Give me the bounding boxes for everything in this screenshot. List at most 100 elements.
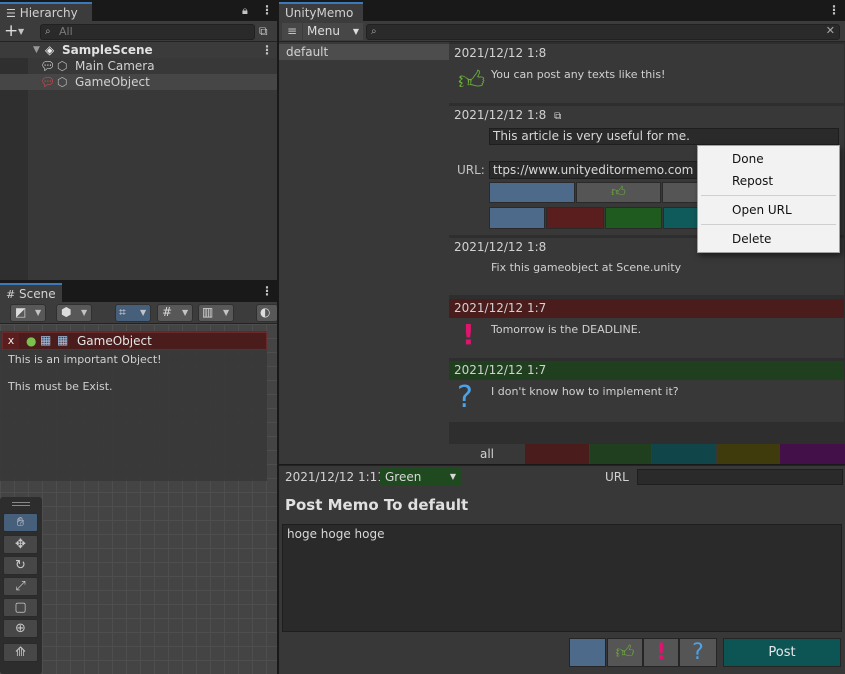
rect-tool-icon[interactable]: ▢ xyxy=(3,598,38,617)
scene-viewport[interactable]: x ● ▦ ▦ GameObject This is an important … xyxy=(0,324,277,674)
exclamation-icon[interactable]: ! xyxy=(643,638,679,667)
memo-search-input[interactable]: ⌕ ✕ xyxy=(366,24,840,40)
hierarchy-item-gameobject[interactable]: 💬︎ ⬡ GameObject xyxy=(0,74,277,90)
post-body-textarea[interactable]: hoge hoge hoge xyxy=(282,524,842,632)
gameobject-cube-icon: ⬡ xyxy=(57,75,68,89)
lighting-toggle-button[interactable]: ◐ xyxy=(256,304,278,322)
chevron-down-icon: ▼ xyxy=(449,472,456,481)
more-options-icon[interactable]: ⋮ xyxy=(261,284,273,298)
more-options-icon[interactable]: ⋮ xyxy=(261,3,273,17)
menu-item-open-url[interactable]: Open URL xyxy=(732,203,792,217)
memo-card[interactable]: ! Tomorrow is the DEADLINE. xyxy=(449,318,844,358)
menu-label: Menu xyxy=(307,24,340,38)
menu-item-delete[interactable]: Delete xyxy=(732,232,771,246)
overlay-close-button[interactable]: x xyxy=(3,333,19,349)
table-grid-icon: ▦ xyxy=(57,333,69,347)
draw-mode-button[interactable]: ◩ ▼ xyxy=(10,304,46,322)
speech-bubble-icon: 💬︎ xyxy=(40,59,56,73)
chevron-down-icon: ▼ xyxy=(140,308,147,317)
url-field[interactable]: ttps://www.unityeditormemo.com xyxy=(489,161,699,179)
lock-icon[interactable]: 🔒︎ xyxy=(242,4,248,18)
filter-all-button[interactable]: all xyxy=(449,444,525,464)
search-icon: ⌕ xyxy=(371,26,377,37)
icon-normal-button[interactable] xyxy=(489,182,575,203)
hierarchy-toolbar: + ▼ ⌕ All ⧉ xyxy=(0,21,277,42)
scene-visibility-icon[interactable]: ⧉ xyxy=(259,24,268,39)
icon-exclaim-button[interactable] xyxy=(662,182,702,203)
post-url-input[interactable] xyxy=(637,469,843,485)
scene-more-icon[interactable]: ⋮ xyxy=(261,42,273,58)
more-options-icon[interactable]: ⋮ xyxy=(828,3,840,17)
tab-unitymemo[interactable]: UnityMemo xyxy=(279,2,363,21)
unitymemo-tabbar: UnityMemo ⋮ xyxy=(279,0,845,21)
menu-item-repost[interactable]: Repost xyxy=(732,174,773,188)
move-tool-icon[interactable]: ✥ xyxy=(3,535,38,554)
scale-tool-icon[interactable]: ⤢ xyxy=(3,577,38,596)
item-label: GameObject xyxy=(75,75,150,89)
grid-button[interactable]: # ▼ xyxy=(157,304,193,322)
question-icon: ? xyxy=(457,380,473,415)
color-green-button[interactable] xyxy=(605,207,662,229)
clear-icon[interactable]: ✕ xyxy=(826,24,835,38)
memo-text-field[interactable]: This article is very useful for me. xyxy=(489,128,839,145)
filter-yellow-button[interactable] xyxy=(717,444,779,464)
exclamation-icon: ! xyxy=(462,318,475,351)
hierarchy-search-input[interactable]: ⌕ All xyxy=(40,24,255,40)
menu-item-done[interactable]: Done xyxy=(732,152,764,166)
tab-hierarchy[interactable]: ☰ Hierarchy xyxy=(0,2,92,21)
hand-tool-icon[interactable]: ✋︎ xyxy=(3,513,38,532)
chevron-down-icon: ▼ xyxy=(81,308,88,317)
render-mode-button[interactable]: ⬢ ▼ xyxy=(56,304,92,322)
post-icon-normal-button[interactable] xyxy=(569,638,606,667)
memo-text: Tomorrow is the DEADLINE. xyxy=(491,323,642,336)
thumbs-up-icon[interactable]: 👍︎ xyxy=(576,182,661,203)
filter-teal-button[interactable] xyxy=(652,444,716,464)
overlay-object-name: GameObject xyxy=(77,334,152,348)
menu-hamburger-icon[interactable]: ≡ xyxy=(282,23,302,40)
thumbs-up-icon[interactable]: 👍︎ xyxy=(607,638,643,667)
memo-text: I don't know how to implement it? xyxy=(491,385,679,398)
color-select[interactable]: Green ▼ xyxy=(380,468,461,486)
tab-label: Hierarchy xyxy=(19,6,78,20)
post-button[interactable]: Post xyxy=(723,638,841,667)
menu-dropdown[interactable]: Menu ▼ xyxy=(303,23,363,40)
scene-row[interactable]: ▼ ◈ SampleScene ⋮ xyxy=(0,42,277,58)
transform-tool-icon[interactable]: ⊕ xyxy=(3,619,38,638)
unity-scene-icon: ◈ xyxy=(45,43,55,57)
color-red-button[interactable] xyxy=(546,207,604,229)
expand-arrow-icon[interactable]: ▼ xyxy=(33,42,40,58)
list-icon: ☰ xyxy=(6,7,16,20)
tab-label: Scene xyxy=(19,287,56,301)
chevron-down-icon[interactable]: ▼ xyxy=(18,27,24,36)
memo-card[interactable]: 👍︎ You can post any texts like this! xyxy=(449,63,844,103)
drag-handle-icon[interactable] xyxy=(12,502,30,506)
copy-icon[interactable]: ⧉ xyxy=(554,111,561,122)
add-icon[interactable]: + xyxy=(4,21,18,41)
chevron-down-icon: ▼ xyxy=(352,27,359,36)
filter-purple-button[interactable] xyxy=(780,444,845,464)
context-menu: Done Repost Open URL Delete xyxy=(697,145,840,253)
filter-green-button[interactable] xyxy=(590,444,651,464)
view-options-button[interactable]: ▥ ▼ xyxy=(198,304,234,322)
memo-header: 2021/12/12 1:8 ⧉ xyxy=(449,106,844,125)
category-item[interactable]: default xyxy=(279,44,449,60)
camera-grid-icon: ▦ xyxy=(40,333,52,347)
rotate-tool-icon[interactable]: ↻ xyxy=(3,556,38,575)
memo-card[interactable]: ? I don't know how to implement it? xyxy=(449,380,844,422)
filter-red-button[interactable] xyxy=(525,444,589,464)
color-select-label: Green xyxy=(385,470,422,484)
tab-scene[interactable]: # Scene xyxy=(0,283,62,302)
gizmo-toggle-button[interactable]: ⌗ ▼ xyxy=(115,304,151,322)
custom-tool-icon[interactable]: ⟰ xyxy=(3,643,38,662)
memo-text: You can post any texts like this! xyxy=(491,68,666,81)
cube-icon: ⬢ xyxy=(61,305,72,319)
scene-tabbar: # Scene ⋮ xyxy=(0,281,277,302)
sphere-icon: ◐ xyxy=(260,305,271,319)
grid-icon: # xyxy=(6,288,16,301)
chevron-down-icon: ▼ xyxy=(223,308,230,317)
category-list: default xyxy=(279,42,449,464)
hierarchy-item-main-camera[interactable]: 💬︎ ⬡ Main Camera xyxy=(0,58,277,74)
color-normal-button[interactable] xyxy=(489,207,545,229)
memo-card[interactable]: Fix this gameobject at Scene.unity xyxy=(449,257,844,295)
question-icon[interactable]: ? xyxy=(679,638,717,667)
